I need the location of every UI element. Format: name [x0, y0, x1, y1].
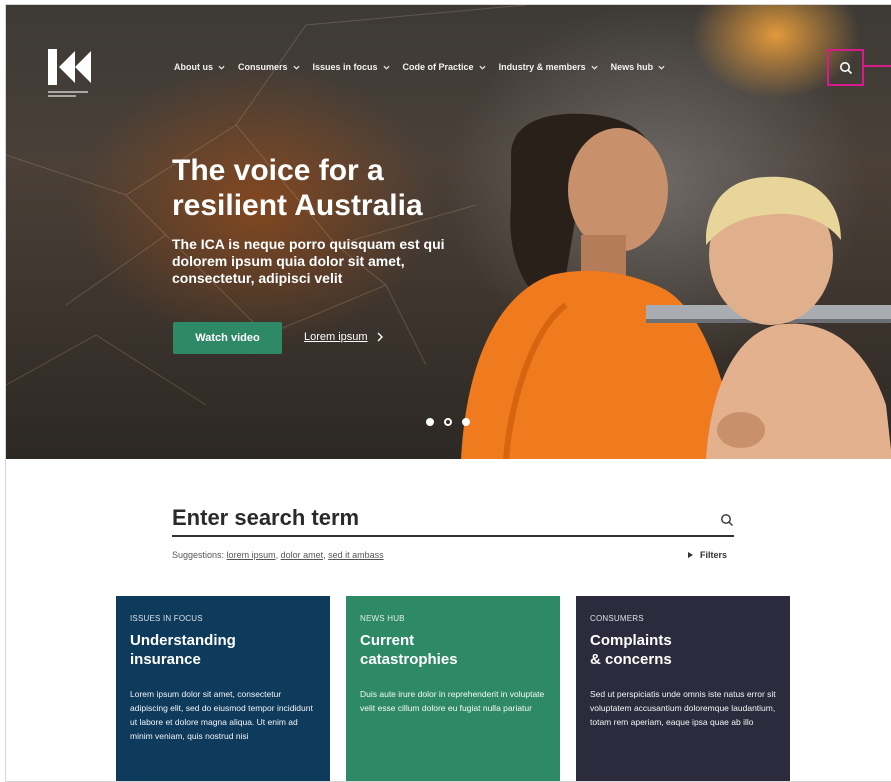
watch-video-button[interactable]: Watch video: [173, 322, 282, 354]
nav-item-consumers[interactable]: Consumers: [238, 62, 300, 72]
chevron-down-icon: [479, 65, 486, 70]
chevron-down-icon: [383, 65, 390, 70]
nav-item-code-of-practice[interactable]: Code of Practice: [403, 62, 486, 72]
card-understanding-insurance[interactable]: ISSUES IN FOCUS Understanding insurance …: [116, 596, 330, 781]
nav-item-news-hub[interactable]: News hub: [611, 62, 666, 72]
search-bar: [172, 503, 734, 537]
card-current-catastrophies[interactable]: NEWS HUB Current catastrophies Duis aute…: [346, 596, 560, 781]
nav-item-label: Code of Practice: [402, 62, 474, 72]
suggestion-link[interactable]: sed it ambass: [328, 550, 384, 560]
chevron-down-icon: [292, 65, 300, 70]
card-body: Duis aute irure dolor in reprehenderit i…: [360, 689, 545, 713]
nav-item-label: About us: [174, 62, 213, 72]
carousel-dot-1[interactable]: [426, 418, 434, 426]
card-eyebrow: CONSUMERS: [590, 614, 644, 623]
chevron-down-icon: [218, 65, 225, 70]
nav-item-about-us[interactable]: About us: [174, 62, 225, 72]
suggestion-link[interactable]: dolor amet: [281, 550, 324, 560]
logo-wordmark: [48, 91, 88, 99]
search-icon[interactable]: [720, 513, 734, 527]
filters-toggle[interactable]: Filters: [688, 550, 727, 560]
search-suggestions: Suggestions: lorem ipsum, dolor amet, se…: [172, 550, 384, 560]
chevron-down-icon: [591, 65, 598, 70]
card-title: Current catastrophies: [360, 632, 458, 668]
annotation-pointer: [864, 65, 891, 67]
nav-item-issues-in-focus[interactable]: Issues in focus: [313, 62, 390, 72]
filters-label: Filters: [700, 550, 728, 560]
carousel-dot-2[interactable]: [444, 418, 452, 426]
page-frame: About us Consumers Issues in focus Code …: [5, 4, 891, 782]
card-body: Lorem ipsum dolor sit amet, consectetur …: [130, 689, 313, 741]
hero-secondary-link-label: Lorem ipsum: [304, 331, 368, 343]
nav-item-label: Issues in focus: [312, 62, 378, 72]
hero-secondary-link[interactable]: Lorem ipsum: [304, 331, 384, 343]
search-input[interactable]: [172, 503, 734, 537]
carousel-dots: [426, 418, 470, 426]
main-nav: About us Consumers Issues in focus Code …: [174, 62, 678, 72]
chevron-down-icon: [658, 65, 665, 70]
card-title: Complaints & concerns: [590, 632, 672, 668]
card-body: Sed ut perspiciatis unde omnis iste natu…: [590, 689, 776, 727]
hero-photo-people: [461, 113, 891, 459]
header-search-button[interactable]: [827, 49, 864, 86]
chevron-right-icon: [377, 332, 383, 342]
carousel-dot-3[interactable]: [462, 418, 470, 426]
nav-item-label: News hub: [610, 62, 654, 72]
nav-item-industry-members[interactable]: Industry & members: [499, 62, 598, 72]
suggestions-label: Suggestions:: [172, 550, 225, 560]
card-complaints-concerns[interactable]: CONSUMERS Complaints & concerns Sed ut p…: [576, 596, 790, 781]
card-title: Understanding insurance: [130, 632, 236, 668]
nav-item-label: Industry & members: [498, 62, 586, 72]
search-icon: [839, 61, 852, 74]
card-eyebrow: ISSUES IN FOCUS: [130, 614, 203, 623]
hero-banner: About us Consumers Issues in focus Code …: [6, 5, 891, 459]
suggestion-link[interactable]: lorem ipsum: [227, 550, 276, 560]
nav-item-label: Consumers: [238, 62, 288, 72]
hero-title: The voice for a resilient Australia: [172, 154, 423, 222]
card-eyebrow: NEWS HUB: [360, 614, 405, 623]
caret-right-icon: [688, 552, 693, 558]
hero-description: The ICA is neque porro quisquam est qui …: [172, 236, 445, 286]
